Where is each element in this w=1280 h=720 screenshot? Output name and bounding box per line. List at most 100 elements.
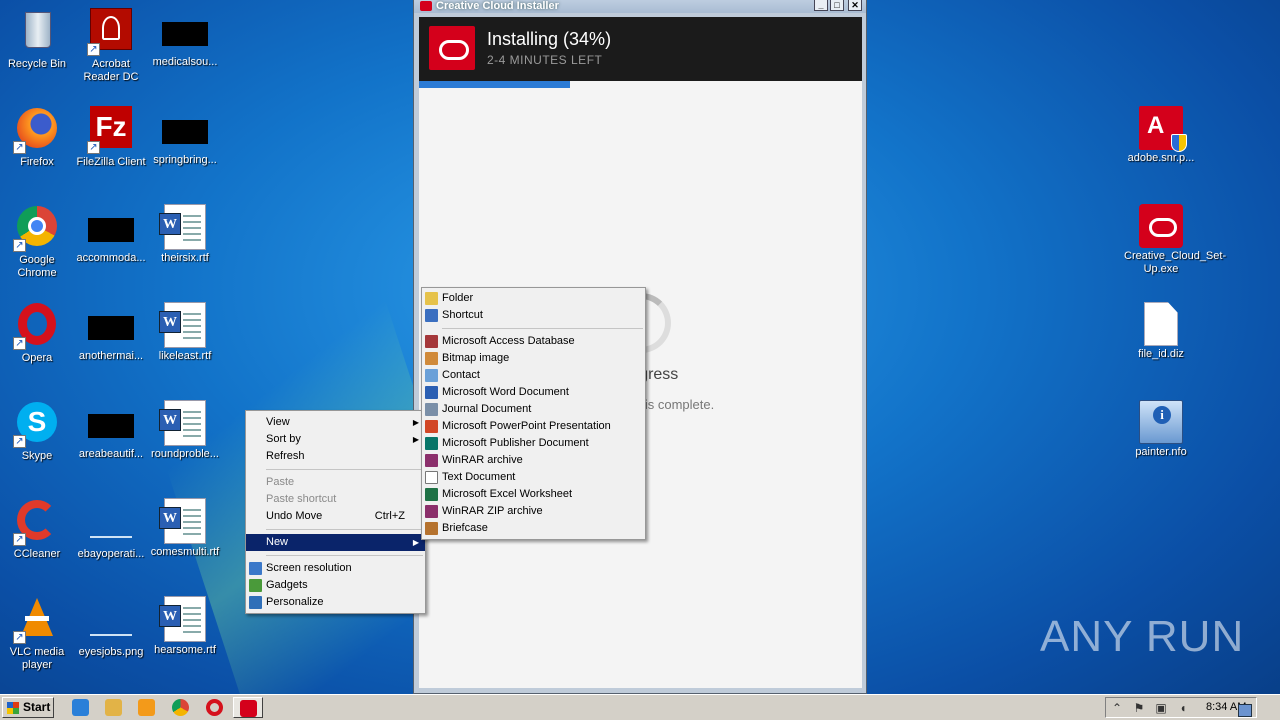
new-submenu: Folder Shortcut Microsoft Access Databas…: [421, 287, 646, 540]
install-status-header: Installing (34%) 2-4 MINUTES LEFT: [419, 17, 862, 81]
new-item-winrar-zip[interactable]: WinRAR ZIP archive: [422, 503, 645, 520]
network-icon[interactable]: ▣: [1154, 701, 1168, 715]
new-item-winrar-archive[interactable]: WinRAR archive: [422, 452, 645, 469]
desktop-icon-hearsome-rtf[interactable]: W hearsome.rtf: [148, 596, 222, 657]
desktop-icon-label: likeleast.rtf: [158, 350, 212, 362]
volume-icon[interactable]: ◖: [1176, 701, 1190, 715]
menu-item-paste[interactable]: Paste: [246, 474, 425, 491]
new-item-excel-worksheet[interactable]: Microsoft Excel Worksheet: [422, 486, 645, 503]
desktop-icon-file-id-diz[interactable]: file_id.diz: [1124, 302, 1198, 361]
redacted-icon: [162, 120, 208, 144]
menu-item-paste-shortcut[interactable]: Paste shortcut: [246, 491, 425, 508]
new-item-publisher[interactable]: Microsoft Publisher Document: [422, 435, 645, 452]
desktop-icon-anothermai[interactable]: anothermai...: [74, 302, 148, 363]
media-player-icon[interactable]: [138, 699, 155, 716]
opera-icon[interactable]: [206, 699, 223, 716]
taskbar: Start ⌃ ⚑ ▣ ◖ 8:34 AM: [0, 694, 1280, 720]
word-icon: [425, 386, 438, 399]
new-item-word-document[interactable]: Microsoft Word Document: [422, 384, 645, 401]
firefox-icon: ↗: [13, 106, 61, 154]
desktop-icon-label: Firefox: [20, 156, 54, 168]
system-tray: ⌃ ⚑ ▣ ◖ 8:34 AM: [1105, 697, 1257, 718]
shortcut-arrow-icon: ↗: [13, 533, 26, 546]
creative-cloud-icon: [1139, 204, 1183, 248]
action-center-flag-icon[interactable]: ⚑: [1132, 701, 1146, 715]
desktop-icon-springbring[interactable]: springbring...: [148, 106, 222, 167]
desktop-icon-eyesjobs-png[interactable]: eyesjobs.png: [74, 596, 148, 659]
desktop-icon-label: Opera: [21, 352, 53, 364]
tray-expand-icon[interactable]: ⌃: [1110, 701, 1124, 715]
desktop-icon-label: FileZilla Client: [76, 156, 146, 168]
publisher-icon: [425, 437, 438, 450]
shortcut-arrow-icon: ↗: [13, 141, 26, 154]
new-item-briefcase[interactable]: Briefcase: [422, 520, 645, 537]
desktop-icon-vlc[interactable]: ↗ VLC media player: [0, 596, 74, 672]
winrar-zip-icon: [425, 505, 438, 518]
monitor-icon: [249, 562, 262, 575]
ie-icon[interactable]: [72, 699, 89, 716]
maximize-button[interactable]: □: [830, 0, 844, 11]
desktop-icon-areabeautif[interactable]: areabeautif...: [74, 400, 148, 461]
explorer-icon[interactable]: [105, 699, 122, 716]
desktop-icon-google-chrome[interactable]: ↗ Google Chrome: [0, 204, 74, 280]
desktop-icon-firefox[interactable]: ↗ Firefox: [0, 106, 74, 169]
desktop-icon-likeleast-rtf[interactable]: W likeleast.rtf: [148, 302, 222, 363]
menu-item-sort-by[interactable]: Sort by ▶: [246, 431, 425, 448]
journal-icon: [425, 403, 438, 416]
close-button[interactable]: ✕: [848, 0, 862, 11]
menu-item-refresh[interactable]: Refresh: [246, 448, 425, 465]
word-doc-icon: W: [159, 400, 206, 446]
desktop-context-menu: View ▶ Sort by ▶ Refresh Paste Paste short…: [245, 410, 426, 614]
blank-file-icon: [1144, 302, 1178, 346]
chrome-icon[interactable]: [172, 699, 189, 716]
desktop-icon-opera[interactable]: ↗ Opera: [0, 302, 74, 365]
desktop-icon-filezilla[interactable]: Fz ↗ FileZilla Client: [74, 106, 148, 169]
menu-item-screen-resolution[interactable]: Screen resolution: [246, 560, 425, 577]
chrome-icon: ↗: [13, 204, 61, 252]
shortcut-key: Ctrl+Z: [374, 510, 405, 522]
word-doc-icon: W: [159, 596, 206, 642]
new-item-journal-document[interactable]: Journal Document: [422, 401, 645, 418]
new-item-contact[interactable]: Contact: [422, 367, 645, 384]
desktop-icon-creative-cloud-setup[interactable]: Creative_Cloud_Set-Up.exe: [1124, 204, 1227, 276]
menu-item-view[interactable]: View ▶: [246, 414, 425, 431]
menu-item-personalize[interactable]: Personalize: [246, 594, 425, 611]
new-item-access-database[interactable]: Microsoft Access Database: [422, 333, 645, 350]
submenu-arrow-icon: ▶: [412, 435, 419, 444]
taskbar-creative-cloud-button[interactable]: [233, 697, 263, 718]
desktop-icon-label: medicalsou...: [152, 56, 218, 68]
desktop-icon-theirsix-rtf[interactable]: W theirsix.rtf: [148, 204, 222, 265]
info-file-icon: i: [1139, 400, 1183, 444]
desktop-icon-medicalsou[interactable]: medicalsou...: [148, 8, 222, 69]
desktop-icon-painter-nfo[interactable]: i painter.nfo: [1124, 400, 1198, 459]
new-item-folder[interactable]: Folder: [422, 290, 645, 307]
desktop-icon-ccleaner[interactable]: ↗ CCleaner: [0, 498, 74, 561]
desktop-icon-label: accommoda...: [76, 252, 146, 264]
window-title: Creative Cloud Installer: [436, 0, 559, 12]
desktop-icon-recycle-bin[interactable]: Recycle Bin: [0, 8, 74, 71]
desktop-icon-label: ebayoperati...: [77, 548, 145, 560]
desktop-icon-label: Creative_Cloud_Set-Up.exe: [1124, 250, 1227, 275]
new-item-bitmap-image[interactable]: Bitmap image: [422, 350, 645, 367]
minimize-button[interactable]: _: [814, 0, 828, 11]
new-item-shortcut[interactable]: Shortcut: [422, 307, 645, 324]
start-button[interactable]: Start: [2, 697, 54, 718]
desktop-icon-label: file_id.diz: [1138, 348, 1184, 360]
desktop-icon-ebayoperati[interactable]: ebayoperati...: [74, 498, 148, 561]
menu-separator: [266, 555, 423, 556]
menu-item-new[interactable]: New ▶: [246, 534, 425, 551]
desktop-icon-adobe-snr[interactable]: A adobe.snr.p...: [1124, 106, 1198, 165]
window-titlebar[interactable]: Creative Cloud Installer _ □ ✕: [414, 0, 866, 13]
desktop-icon-acrobat-reader[interactable]: ↗ Acrobat Reader DC: [74, 8, 148, 84]
new-item-text-document[interactable]: Text Document: [422, 469, 645, 486]
show-desktop-icon[interactable]: [1238, 704, 1252, 717]
desktop-icon-skype[interactable]: S ↗ Skype: [0, 400, 74, 463]
desktop-icon-comesmulti-rtf[interactable]: W comesmulti.rtf: [148, 498, 222, 559]
desktop-icon-roundproble[interactable]: W roundproble...: [148, 400, 222, 461]
desktop-icon-accommoda[interactable]: accommoda...: [74, 204, 148, 265]
desktop-icon-label: adobe.snr.p...: [1127, 152, 1195, 164]
menu-item-undo-move[interactable]: Undo Move Ctrl+Z: [246, 508, 425, 525]
shortcut-arrow-icon: ↗: [87, 43, 100, 56]
menu-item-gadgets[interactable]: Gadgets: [246, 577, 425, 594]
new-item-powerpoint[interactable]: Microsoft PowerPoint Presentation: [422, 418, 645, 435]
